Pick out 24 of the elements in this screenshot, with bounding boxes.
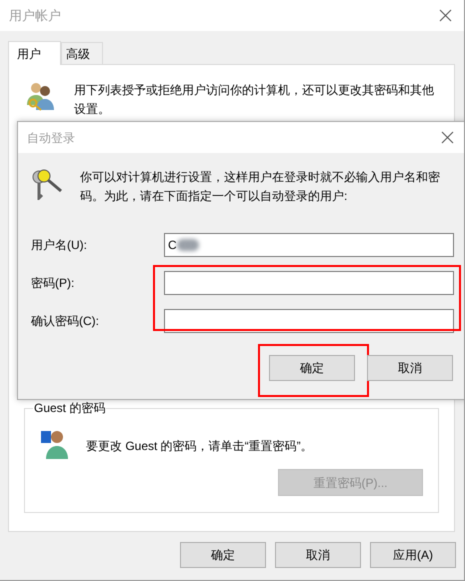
tab[interactable]: 高级 [61,42,103,64]
field-value: C [168,237,177,254]
close-button[interactable] [439,9,452,22]
field-label: 用户名(U): [31,237,88,254]
dialog-button[interactable]: 确定 [269,355,355,381]
guest-text: 要更改 Guest 的密码，请单击“重置密码”。 [86,438,313,455]
dialog-button[interactable]: 取消 [367,355,453,381]
users-icon [25,81,57,111]
input-field[interactable]: C [164,233,454,257]
field-label: 密码(P): [31,275,76,292]
dialog-button[interactable]: 取消 [275,542,361,568]
dialog-button[interactable]: 确定 [180,542,266,568]
field-label: 确认密码(C): [31,313,100,330]
keys-icon [31,168,63,200]
dialog-title: 自动登录 [27,130,75,146]
input-field[interactable] [164,309,454,333]
close-button[interactable] [441,131,454,144]
dialog-button[interactable]: 应用(A) [370,542,456,568]
description-text: 用下列表授予或拒绝用户访问你的计算机，还可以更改其密码和其他设置。 [74,82,434,118]
tab[interactable]: 用户 [8,41,61,65]
input-field[interactable] [164,271,454,295]
window-title: 用户帐户 [9,6,61,25]
dialog-description: 你可以对计算机进行设置，这样用户在登录时就不必输入用户名和密码。为此，请在下面指定一个可以自动登录的用户: [80,169,441,205]
group-title: Guest 的密码 [33,400,106,416]
